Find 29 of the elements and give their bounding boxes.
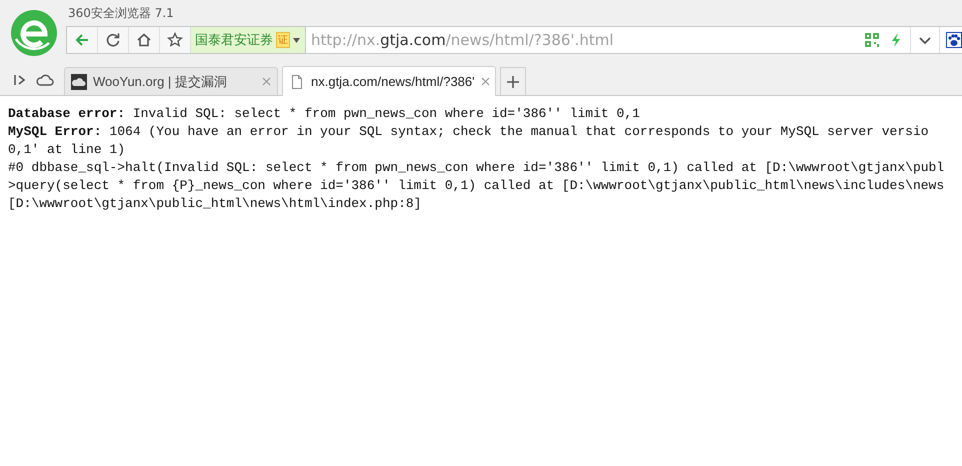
error-text: Database error: Invalid SQL: select * from pwn_news_con where id='386'' limit 0,1 [8,105,641,123]
site-badge[interactable]: 国泰君安证券 证 [191,27,306,53]
qr-code-icon[interactable] [864,32,880,48]
close-icon[interactable] [480,77,490,86]
new-tab-button[interactable] [500,67,526,95]
caret-icon [293,38,300,42]
address-field[interactable]: http://nx.gtja.com/news/html/?386'.html [306,31,860,49]
window-title: 360安全浏览器 7.1 [67,5,175,22]
error-text: #0 dbbase_sql->halt(Invalid SQL: select * from pwn_news_con where id='386'' limit 0,1) called at [D:\wwwroot\gtjanx\publ [8,159,946,177]
star-icon [167,32,183,48]
home-button[interactable] [129,27,160,53]
certificate-badge: 证 [276,32,290,48]
favorite-button[interactable] [160,27,191,53]
cloud-icon [71,74,87,90]
browser-logo-icon [10,9,58,57]
back-button[interactable] [67,27,98,53]
browser-tab[interactable]: nx.gtja.com/news/html/?386' [282,66,496,96]
paw-icon[interactable] [946,32,962,48]
error-text: [D:\wwwroot\gtjanx\public_html\news\html\index.php:8] [8,195,422,213]
page-icon [289,74,305,90]
refresh-button[interactable] [98,27,129,53]
house-icon [136,32,152,48]
error-text: 0,1' at line 1) [8,141,126,159]
refresh-icon [105,32,121,48]
error-text: MySQL Error: 1064 (You have an error in your SQL syntax; check the manual that corresponds to your MySQL server versio [8,123,930,141]
browser-tab[interactable]: WooYun.org | 提交漏洞 [64,67,278,95]
error-text: >query(select * from {P}_news_con where id='386'' limit 0,1) called at [D:\wwwroot\gtjanx\public_html\news\includes\news [8,177,946,195]
arrow-left-icon [74,32,90,48]
plus-icon [507,76,519,88]
